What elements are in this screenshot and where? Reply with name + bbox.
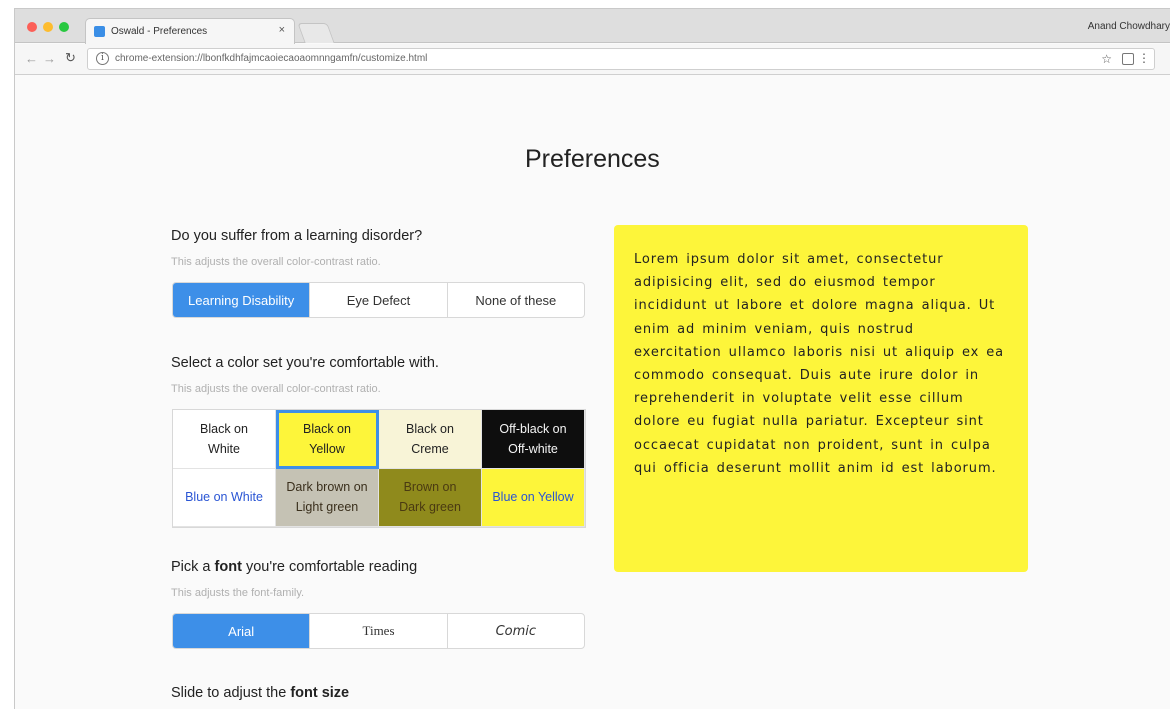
reload-icon[interactable]: ↻ [65, 50, 76, 66]
font-hint: This adjusts the font-family. [171, 587, 305, 599]
font-option-arial[interactable]: Arial [173, 614, 311, 648]
color-option-darkbrown-on-lightgreen[interactable]: Dark brown on Light green [276, 468, 379, 527]
font-option-comic[interactable]: Comic [448, 614, 584, 648]
star-icon[interactable]: ☆ [1101, 52, 1112, 66]
color-option-brown-on-darkgreen[interactable]: Brown on Dark green [379, 468, 482, 527]
font-size-question: Slide to adjust the font size [171, 685, 350, 701]
minimize-window-button[interactable] [43, 22, 53, 32]
address-bar[interactable]: i chrome-extension://lbonfkdhfajmcaoieca… [87, 48, 1155, 70]
color-option-blue-on-yellow[interactable]: Blue on Yellow [482, 468, 585, 527]
option-eye-defect[interactable]: Eye Defect [310, 283, 448, 317]
menu-icon[interactable]: ⋮ [1138, 51, 1150, 65]
color-option-black-on-white[interactable]: Black on White [173, 410, 276, 469]
close-window-button[interactable] [27, 22, 37, 32]
title-bar: Oswald - Preferences × Anand Chowdhary [15, 9, 1170, 44]
color-option-black-on-creme[interactable]: Black on Creme [379, 410, 482, 469]
extension-icon[interactable] [1122, 53, 1134, 65]
color-set-question: Select a color set you're comfortable wi… [171, 355, 439, 371]
info-icon[interactable]: i [96, 52, 109, 65]
font-option-times[interactable]: Times [310, 614, 448, 648]
option-none-of-these[interactable]: None of these [448, 283, 584, 317]
browser-toolbar: ← → ↻ i chrome-extension://lbonfkdhfajmc… [15, 44, 1170, 75]
option-learning-disability[interactable]: Learning Disability [173, 283, 311, 317]
profile-name[interactable]: Anand Chowdhary [1088, 21, 1170, 32]
learning-disorder-selector: Learning Disability Eye Defect None of t… [172, 282, 585, 318]
color-option-offblack-on-offwhite[interactable]: Off-black on Off-white [482, 410, 585, 469]
forward-arrow-icon[interactable]: → [43, 51, 56, 66]
color-option-black-on-yellow[interactable]: Black on Yellow [276, 410, 379, 469]
font-selector: Arial Times Comic [172, 613, 585, 649]
color-set-grid: Black on White Black on Yellow Black on Cre… [172, 409, 586, 528]
learning-disorder-hint: This adjusts the overall color-contrast … [171, 256, 381, 268]
maximize-window-button[interactable] [59, 22, 69, 32]
page-title: Preferences [525, 145, 660, 173]
tab-close-icon[interactable]: × [279, 24, 285, 36]
url-text[interactable]: chrome-extension://lbonfkdhfajmcaoiecaoa… [115, 53, 427, 64]
favicon-icon [94, 26, 105, 37]
color-set-hint: This adjusts the overall color-contrast … [171, 383, 381, 395]
font-question: Pick a font you're comfortable reading [171, 559, 418, 575]
new-tab-button[interactable] [297, 23, 335, 43]
preview-text-panel: Lorem ipsum dolor sit amet, consectetur … [614, 225, 1028, 572]
back-arrow-icon[interactable]: ← [25, 51, 38, 66]
color-option-blue-on-white[interactable]: Blue on White [173, 468, 276, 527]
tab-title: Oswald - Preferences [111, 26, 208, 37]
browser-tab[interactable]: Oswald - Preferences × [85, 18, 295, 44]
learning-disorder-question: Do you suffer from a learning disorder? [171, 228, 423, 244]
